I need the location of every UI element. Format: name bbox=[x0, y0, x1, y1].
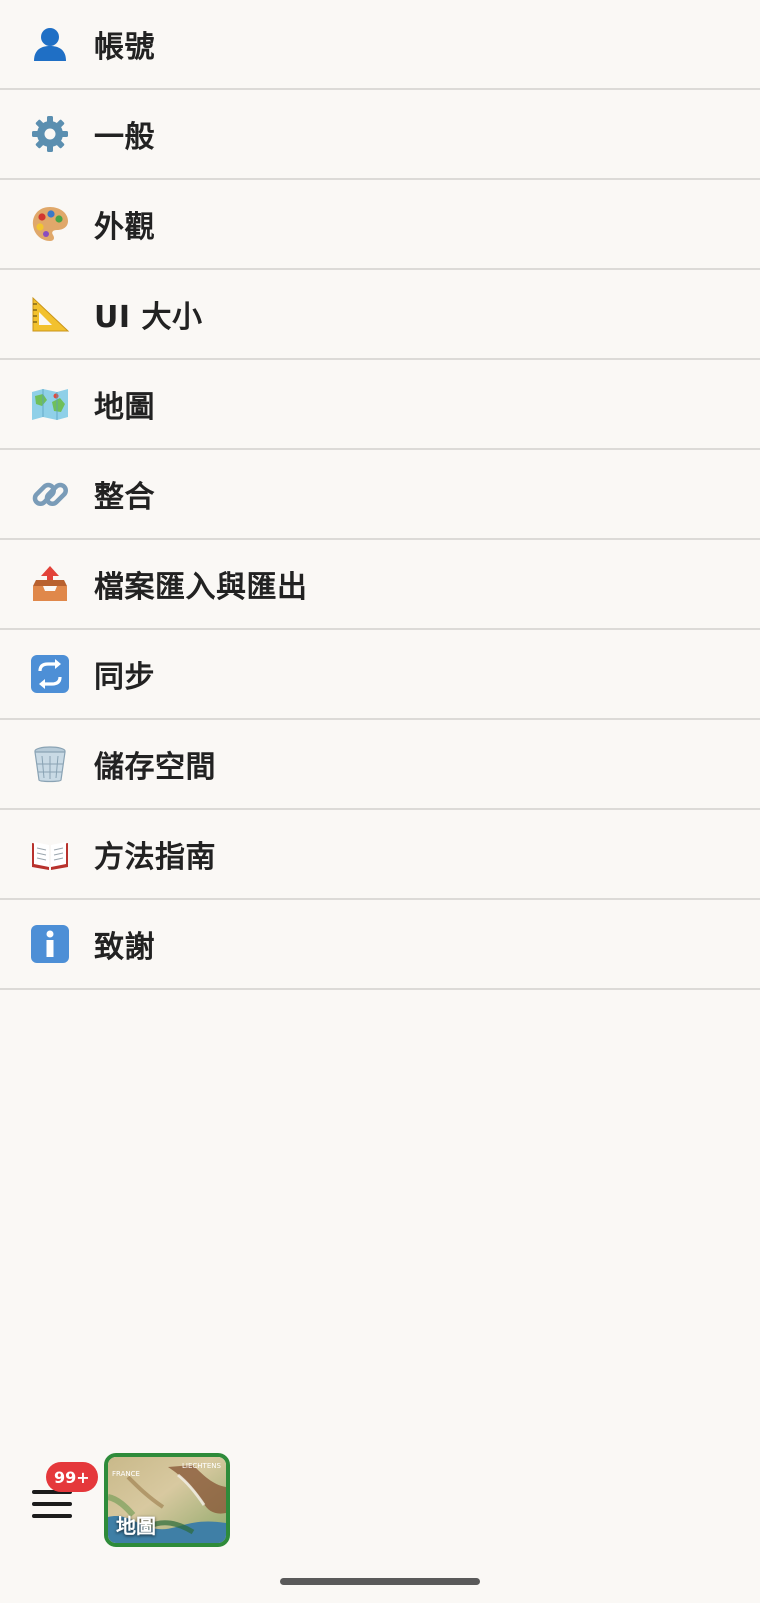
menu-item-storage[interactable]: 儲存空間 bbox=[0, 720, 760, 810]
menu-item-account[interactable]: 帳號 bbox=[0, 0, 760, 90]
map-layer-thumbnail[interactable]: FRANCE LIECHTENS 地圖 bbox=[104, 1453, 230, 1547]
menu-item-label: 檔案匯入與匯出 bbox=[94, 570, 308, 605]
person-icon bbox=[30, 24, 70, 64]
map-icon bbox=[30, 384, 70, 424]
palette-icon bbox=[30, 204, 70, 244]
bottom-bar: 99+ FRANCE LIECHTENS 地圖 bbox=[0, 1440, 760, 1570]
notification-badge: 99+ bbox=[46, 1462, 98, 1492]
menu-item-integration[interactable]: 整合 bbox=[0, 450, 760, 540]
map-tile-label: 地圖 bbox=[116, 1514, 156, 1538]
menu-item-label: 方法指南 bbox=[94, 840, 216, 875]
info-icon bbox=[30, 924, 70, 964]
menu-item-label: 致謝 bbox=[94, 930, 155, 965]
settings-menu: 帳號 一般 外觀 UI 大小 地圖 整合 檔案匯入與匯出 同步 儲存空間 方法指… bbox=[0, 0, 760, 990]
hamburger-line bbox=[32, 1502, 72, 1506]
menu-item-label: 整合 bbox=[94, 480, 155, 515]
map-region-label: LIECHTENS bbox=[182, 1462, 221, 1470]
gear-icon bbox=[30, 114, 70, 154]
sync-arrows-icon bbox=[30, 654, 70, 694]
open-book-icon bbox=[30, 834, 70, 874]
menu-item-label: 帳號 bbox=[94, 30, 155, 65]
home-indicator[interactable] bbox=[280, 1578, 480, 1585]
map-region-label: FRANCE bbox=[112, 1470, 140, 1478]
link-icon bbox=[30, 474, 70, 514]
menu-item-file-import-export[interactable]: 檔案匯入與匯出 bbox=[0, 540, 760, 630]
menu-item-label: 儲存空間 bbox=[94, 750, 216, 785]
menu-item-label: 同步 bbox=[94, 660, 155, 695]
hamburger-line bbox=[32, 1514, 72, 1518]
outbox-tray-icon bbox=[30, 564, 70, 604]
menu-item-guide[interactable]: 方法指南 bbox=[0, 810, 760, 900]
menu-item-general[interactable]: 一般 bbox=[0, 90, 760, 180]
menu-item-label: UI 大小 bbox=[94, 300, 203, 335]
menu-item-label: 外觀 bbox=[94, 210, 155, 245]
menu-item-ui-size[interactable]: UI 大小 bbox=[0, 270, 760, 360]
menu-item-appearance[interactable]: 外觀 bbox=[0, 180, 760, 270]
triangle-ruler-icon bbox=[30, 294, 70, 334]
menu-item-label: 一般 bbox=[94, 120, 155, 155]
menu-item-acknowledgements[interactable]: 致謝 bbox=[0, 900, 760, 990]
menu-item-map[interactable]: 地圖 bbox=[0, 360, 760, 450]
wastebasket-icon bbox=[30, 744, 70, 784]
menu-item-sync[interactable]: 同步 bbox=[0, 630, 760, 720]
menu-item-label: 地圖 bbox=[94, 390, 155, 425]
